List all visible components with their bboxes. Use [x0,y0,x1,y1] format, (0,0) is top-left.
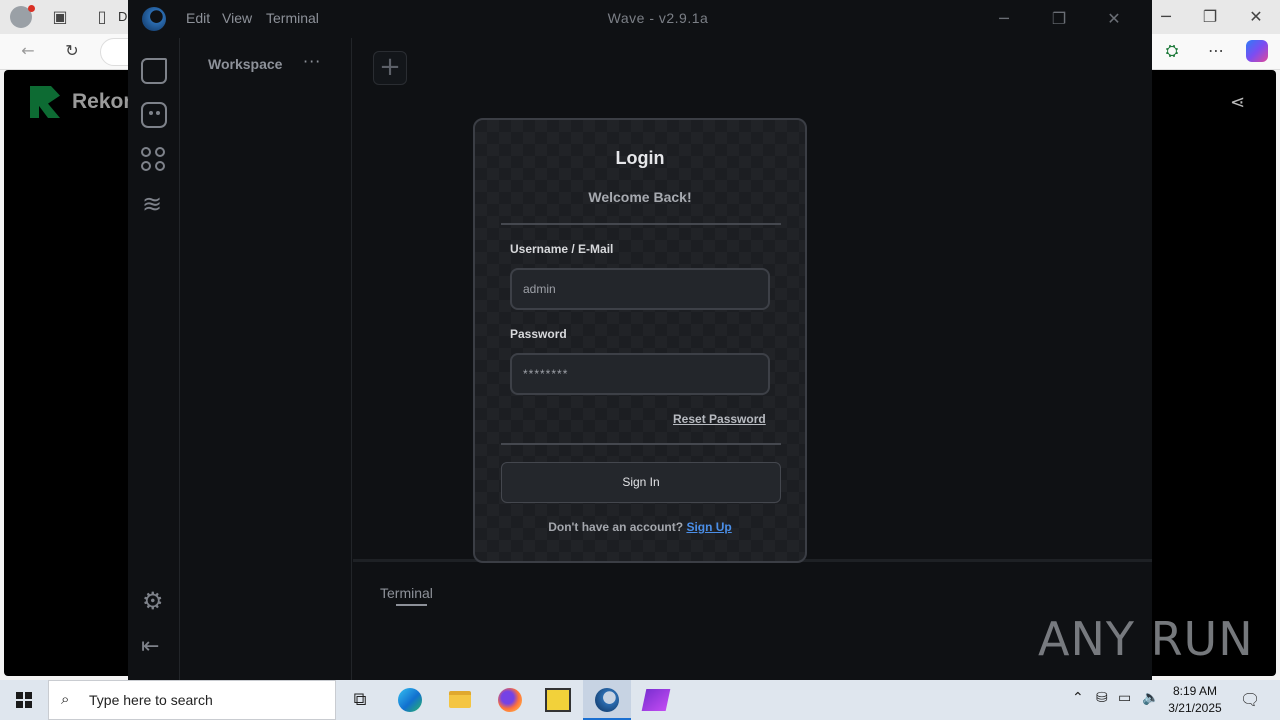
taskbar-search-box[interactable]: ⌕ Type here to search [48,680,336,720]
app-title-bar: Edit View Terminal Wave - v2.9.1a ─ ❐ ✕ [128,0,1152,38]
windows-taskbar: ⌕ Type here to search ⧉ ⌃ ⛁ ▭ 🔈 8:19 AM … [0,680,1280,720]
share-icon[interactable]: ⋖ [1230,92,1245,113]
notification-dot [28,5,35,12]
login-dialog: Login Welcome Back! Username / E-Mail ad… [473,118,807,563]
workspace-label: Workspace [208,56,283,72]
bot-eye-left [149,111,153,115]
show-hidden-icons[interactable]: ⌃ [1072,690,1084,706]
files-icon[interactable] [141,58,167,84]
rekon-brand-text: Rekon [72,90,137,113]
notification-center-icon[interactable]: 🗨 [1240,690,1260,709]
grid-cell-1 [141,147,151,157]
close-icon[interactable]: ✕ [1094,8,1134,30]
workspace-more-icon[interactable]: ··· [303,52,321,71]
terminal-tab[interactable]: Terminal [380,585,433,601]
reset-password-link[interactable]: Reset Password [673,412,766,426]
refresh-icon[interactable]: ↻ [58,34,86,68]
signup-prompt: Don't have an account? Sign Up [475,520,805,534]
wave-logo-icon [142,7,166,31]
close-icon[interactable]: ✕ [1242,0,1270,34]
back-icon[interactable]: ← [14,34,42,68]
grid-cell-3 [141,161,151,171]
password-input[interactable]: ******** [510,353,770,395]
apps-grid-icon[interactable] [141,147,167,173]
start-button[interactable] [0,680,48,720]
volume-icon[interactable]: 🔈 [1142,690,1159,706]
clock-time: 8:19 AM [1172,684,1218,698]
search-icon: ⌕ [61,690,70,708]
grid-cell-2 [155,147,165,157]
wave-taskbar-icon[interactable] [583,680,631,720]
clock-date: 3/21/2025 [1168,701,1222,715]
task-view-icon[interactable]: ⧉ [336,680,384,720]
bot-eye-right [156,111,160,115]
search-placeholder: Type here to search [89,692,213,708]
restore-icon[interactable]: ❐ [1196,0,1224,34]
extension-icon[interactable]: ⛭ [1158,34,1186,68]
firefox-logo [498,688,522,712]
sign-up-link[interactable]: Sign Up [686,520,731,534]
edge-logo [398,688,422,712]
no-account-text: Don't have an account? [548,520,684,534]
sign-in-button[interactable]: Sign In [501,462,781,503]
windows-logo-icon [16,692,32,708]
workspace-panel: Workspace ··· [181,38,352,680]
page-icon: ▯ [97,7,107,26]
more-options-icon[interactable]: ⋯ [1202,34,1230,68]
login-subtitle: Welcome Back! [588,189,692,205]
add-tab-button[interactable]: + [373,51,407,85]
terminal-tab-indicator [396,604,427,606]
password-label: Password [510,327,567,341]
divider-top [501,223,781,225]
settings-gear-icon[interactable]: ⚙ [142,587,164,615]
minimize-icon[interactable]: ─ [984,8,1024,30]
purple-app-icon[interactable] [632,680,680,720]
window-title: Wave - v2.9.1a [607,10,709,26]
anyrun-watermark: ANY RUN [1038,612,1254,666]
media-player-logo [545,688,571,712]
username-input[interactable]: admin [510,268,770,310]
media-player-icon[interactable] [534,680,582,720]
network-status-icon[interactable]: ⛁ [1096,690,1108,706]
login-title: Login [615,148,665,168]
address-bar[interactable] [100,38,130,66]
username-label: Username / E-Mail [510,242,614,256]
menu-view[interactable]: View [222,10,252,26]
copilot-icon[interactable] [1246,40,1268,62]
layers-icon[interactable]: ≋ [142,190,162,218]
file-explorer-icon[interactable] [436,680,484,720]
folder-shape [449,691,471,708]
logout-icon[interactable]: ⇤ [141,634,159,659]
menu-terminal[interactable]: Terminal [266,10,319,26]
terminal-panel: Terminal [353,565,1152,680]
assistant-bot-icon[interactable] [141,102,167,128]
activity-bar: ≋ ⚙ ⇤ [128,38,180,680]
browser-tab-label[interactable]: D [118,9,127,24]
edge-browser-icon[interactable] [386,680,434,720]
firefox-icon[interactable] [486,680,534,720]
divider-bottom [501,443,781,445]
tab-actions-icon[interactable]: ▣ [46,0,74,34]
wave-taskbar-logo [595,688,619,712]
menu-edit[interactable]: Edit [186,10,210,26]
grid-cell-4 [155,161,165,171]
purple-app-logo [641,689,671,711]
minimize-icon[interactable]: ─ [1152,0,1180,34]
taskbar-clock[interactable]: 8:19 AM 3/21/2025 [1160,683,1230,717]
ethernet-icon[interactable]: ▭ [1118,690,1131,706]
maximize-icon[interactable]: ❐ [1039,8,1079,30]
